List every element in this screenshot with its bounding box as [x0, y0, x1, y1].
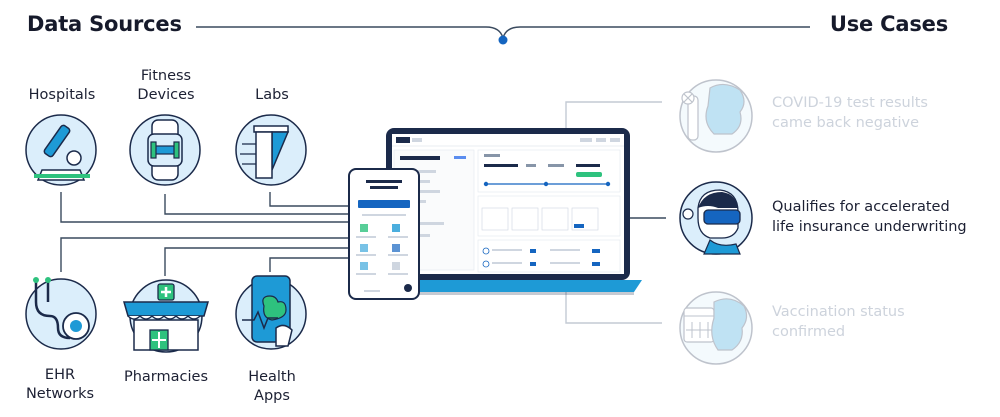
source-label-pharmacies: Pharmacies	[123, 369, 208, 385]
smartwatch-icon	[129, 114, 201, 186]
source-label-fitness-devices: Fitness Devices	[137, 68, 195, 103]
use-case-vaccination-confirmed: Vaccination status confirmed	[772, 304, 905, 340]
stethoscope-icon	[25, 277, 97, 350]
pharmacy-storefront-icon	[123, 279, 209, 353]
calendar-person-icon	[679, 291, 753, 365]
source-label-health-apps: Health Apps	[248, 369, 296, 404]
person-vr-headset-icon	[679, 181, 753, 255]
phone-questionnaire	[348, 168, 420, 300]
hospital-device-icon	[25, 114, 97, 186]
phone-app-icon	[235, 275, 307, 350]
source-label-labs: Labs	[255, 87, 289, 103]
source-label-ehr-networks: EHR Networks	[25, 367, 95, 402]
use-case-covid-negative: COVID-19 test results came back negative	[772, 95, 928, 131]
source-label-hospitals: Hospitals	[28, 87, 96, 103]
lab-flask-icon	[235, 114, 307, 186]
test-tube-person-icon	[679, 79, 753, 153]
use-case-accelerated-underwriting: Qualifies for accelerated life insurance…	[772, 199, 967, 235]
